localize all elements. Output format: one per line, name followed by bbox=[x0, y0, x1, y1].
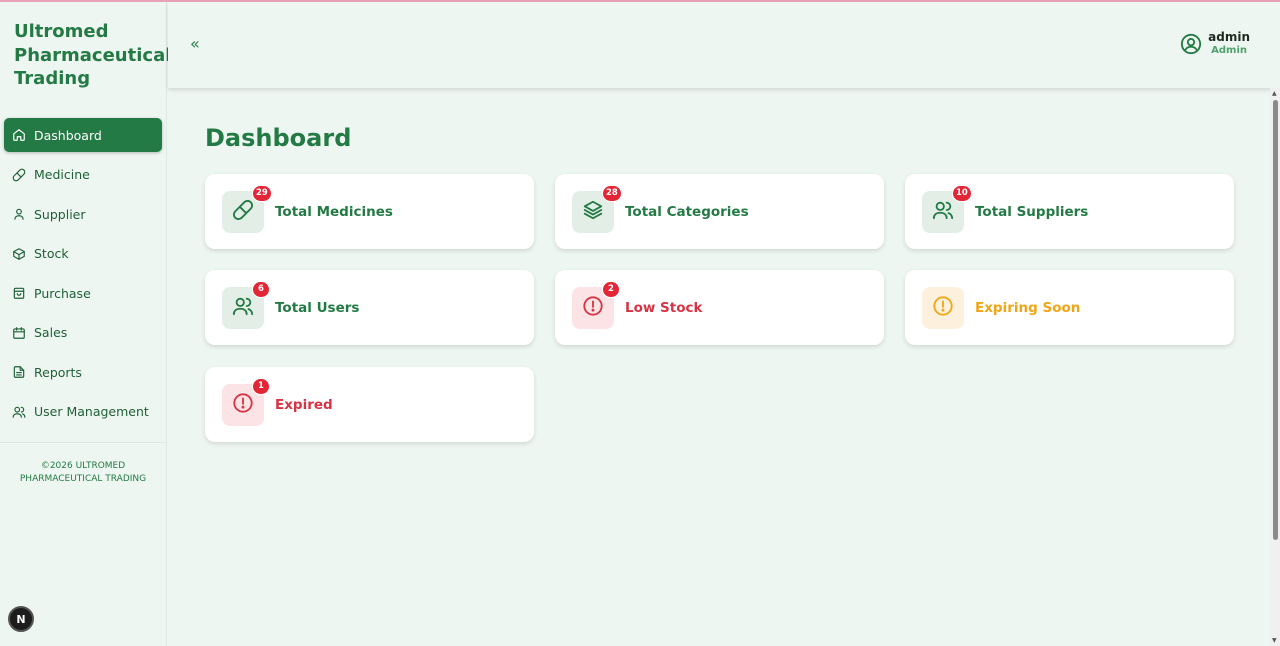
card-label: Total Suppliers bbox=[975, 203, 1089, 220]
sidebar-item-label: User Management bbox=[34, 404, 149, 419]
brand-name: Ultromed Pharmaceutical Trading bbox=[14, 21, 172, 89]
sidebar-item-reports[interactable]: Reports bbox=[4, 355, 162, 389]
user-name: admin bbox=[1208, 30, 1250, 44]
card-expired[interactable]: 1 Expired bbox=[205, 367, 534, 442]
sidebar-item-supplier[interactable]: Supplier bbox=[4, 197, 162, 231]
card-total-users[interactable]: 6 Total Users bbox=[205, 270, 534, 345]
card-label: Low Stock bbox=[625, 299, 703, 316]
copyright-text: ©2026 ULTROMED PHARMACEUTICAL TRADING bbox=[19, 460, 147, 484]
count-badge: 10 bbox=[952, 184, 972, 202]
card-icon-box: 10 bbox=[922, 184, 972, 233]
card-total-categories[interactable]: 28 Total Categories bbox=[555, 174, 884, 249]
card-label: Expired bbox=[275, 396, 333, 413]
pill-icon bbox=[12, 168, 26, 182]
users-icon bbox=[932, 199, 954, 225]
card-label: Total Users bbox=[275, 299, 360, 316]
card-icon-box: 2 bbox=[572, 280, 620, 329]
sidebar-item-label: Medicine bbox=[34, 167, 90, 182]
sidebar-item-label: Sales bbox=[34, 325, 68, 340]
sidebar-item-sales[interactable]: Sales bbox=[4, 316, 162, 350]
alert-circle-icon bbox=[932, 295, 954, 321]
alert-circle-icon bbox=[582, 295, 604, 321]
card-label: Total Medicines bbox=[275, 203, 393, 220]
page-title: Dashboard bbox=[205, 124, 352, 152]
main-content: Dashboard 29 Total Medicines 28 Total Ca… bbox=[168, 88, 1270, 646]
layers-icon bbox=[582, 199, 604, 225]
scroll-up-arrow-icon[interactable]: ▲ bbox=[1272, 90, 1277, 97]
card-total-suppliers[interactable]: 10 Total Suppliers bbox=[905, 174, 1234, 249]
card-icon-box: 6 bbox=[222, 280, 270, 329]
sidebar-item-medicine[interactable]: Medicine bbox=[4, 158, 162, 192]
person-icon bbox=[12, 207, 26, 221]
count-badge: 28 bbox=[602, 184, 622, 202]
alert-circle-icon bbox=[232, 392, 254, 418]
top-header: « admin Admin bbox=[168, 2, 1280, 88]
count-badge: 2 bbox=[602, 280, 620, 298]
users-icon bbox=[12, 405, 26, 419]
user-circle-icon bbox=[1180, 33, 1202, 55]
sidebar: Ultromed Pharmaceutical Trading Dashboar… bbox=[0, 2, 172, 646]
card-total-medicines[interactable]: 29 Total Medicines bbox=[205, 174, 534, 249]
document-icon bbox=[12, 365, 26, 379]
sidebar-item-dashboard[interactable]: Dashboard bbox=[4, 118, 162, 152]
sidebar-item-label: Reports bbox=[34, 364, 82, 380]
user-role: Admin bbox=[1211, 45, 1247, 56]
card-low-stock[interactable]: 2 Low Stock bbox=[555, 270, 884, 345]
page-scrollbar[interactable]: ▲ ▼ bbox=[1270, 88, 1280, 646]
home-icon bbox=[12, 128, 26, 142]
sidebar-item-label: Supplier bbox=[34, 206, 86, 222]
sidebar-item-label: Dashboard bbox=[34, 127, 102, 143]
sidebar-nav: Dashboard Medicine Supplier Stock Purcha… bbox=[0, 118, 166, 429]
sidebar-item-purchase[interactable]: Purchase bbox=[4, 276, 162, 310]
bag-icon bbox=[12, 286, 26, 300]
pill-icon bbox=[232, 199, 254, 225]
sidebar-item-label: Stock bbox=[34, 246, 69, 261]
card-expiring-soon[interactable]: Expiring Soon bbox=[905, 270, 1234, 345]
sidebar-item-label: Purchase bbox=[34, 285, 91, 301]
count-badge: 1 bbox=[252, 377, 270, 395]
card-icon-box: 1 bbox=[222, 377, 270, 426]
sidebar-item-stock[interactable]: Stock bbox=[4, 237, 162, 271]
devtools-badge[interactable]: N bbox=[8, 606, 34, 632]
scroll-down-arrow-icon[interactable]: ▼ bbox=[1272, 637, 1277, 644]
calendar-icon bbox=[12, 326, 26, 340]
card-icon-box: 28 bbox=[572, 184, 622, 233]
box-icon bbox=[12, 247, 26, 261]
users-icon bbox=[232, 295, 254, 321]
card-icon-box: 29 bbox=[222, 184, 272, 233]
user-names: admin Admin bbox=[1208, 30, 1250, 58]
sidebar-divider bbox=[0, 441, 166, 443]
card-label: Expiring Soon bbox=[975, 299, 1081, 316]
collapse-sidebar-button[interactable]: « bbox=[190, 34, 200, 53]
card-label: Total Categories bbox=[625, 203, 749, 220]
sidebar-item-user-management[interactable]: User Management bbox=[4, 395, 162, 429]
card-icon-box bbox=[922, 286, 964, 329]
count-badge: 6 bbox=[252, 280, 270, 298]
count-badge: 29 bbox=[252, 184, 272, 202]
scrollbar-thumb[interactable] bbox=[1273, 100, 1278, 540]
user-menu[interactable]: admin Admin bbox=[1180, 30, 1250, 58]
